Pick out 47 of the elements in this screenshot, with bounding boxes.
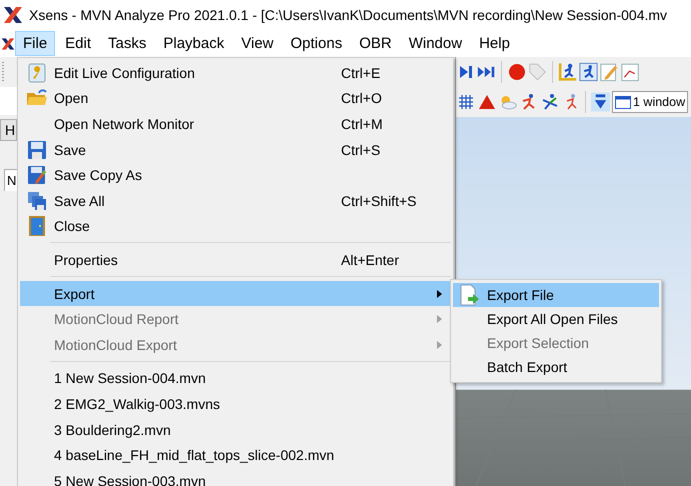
menu-entry[interactable]: Save Ctrl+S bbox=[20, 136, 451, 162]
runner-icon[interactable] bbox=[579, 61, 598, 83]
menu-item[interactable]: Help bbox=[471, 31, 518, 56]
menu-item[interactable]: Playback bbox=[155, 31, 232, 56]
menu-item[interactable]: View bbox=[233, 31, 282, 56]
input-field[interactable] bbox=[0, 87, 17, 115]
runner-ruler-icon[interactable] bbox=[558, 61, 577, 83]
app-logo-icon bbox=[1, 36, 15, 50]
chart-icon[interactable] bbox=[621, 61, 640, 83]
menu-entry[interactable]: Save All Ctrl+Shift+S bbox=[20, 188, 451, 214]
window-icon bbox=[615, 96, 631, 108]
menu-item[interactable]: Tasks bbox=[100, 31, 154, 56]
window-title: Xsens - MVN Analyze Pro 2021.0.1 - [C:\Users\IvanK\Documents\MVN recording\New Session-004.mv bbox=[29, 7, 668, 23]
menu-entry[interactable]: Export bbox=[20, 280, 451, 306]
menu-item[interactable]: File bbox=[15, 31, 56, 56]
submenu-arrow-icon bbox=[437, 340, 442, 349]
menu-entry[interactable]: 3 Bouldering2.mvn bbox=[20, 416, 451, 442]
door-icon bbox=[28, 215, 46, 238]
menu-item[interactable]: Edit bbox=[57, 31, 100, 56]
submenu-arrow-icon bbox=[437, 290, 442, 298]
floppy-pencil-icon bbox=[27, 165, 47, 186]
menu-entry[interactable]: Close bbox=[20, 214, 451, 240]
panel-label: N bbox=[4, 169, 18, 191]
menu-entry[interactable]: Export All Open Files bbox=[453, 307, 659, 331]
menu-entry[interactable]: Properties Alt+Enter bbox=[20, 247, 451, 273]
file-arrow-icon bbox=[459, 284, 481, 306]
menu-item[interactable]: OBR bbox=[351, 31, 400, 56]
window-select-label: 1 window bbox=[633, 95, 686, 109]
menu-item[interactable]: Window bbox=[400, 31, 470, 56]
panel-tab[interactable]: H bbox=[0, 119, 17, 141]
menu-entry[interactable]: Open Ctrl+O bbox=[20, 86, 451, 112]
submenu-arrow-icon bbox=[437, 315, 442, 324]
app-logo-icon bbox=[3, 6, 23, 24]
menu-entry[interactable]: 5 New Session-003.mvn bbox=[20, 468, 451, 486]
menu-entry[interactable]: Export File bbox=[453, 283, 659, 307]
menu-entry[interactable]: 4 baseLine_FH_mid_flat_tops_slice-002.mvn bbox=[20, 442, 451, 468]
record-icon[interactable] bbox=[507, 61, 526, 83]
menu-entry[interactable]: Batch Export bbox=[453, 355, 659, 379]
menu-entry[interactable]: Save Copy As bbox=[20, 162, 451, 188]
menu-entry[interactable]: Edit Live Configuration Ctrl+E bbox=[20, 60, 451, 86]
menu-entry[interactable]: Open Network Monitor Ctrl+M bbox=[20, 111, 451, 137]
menu-entry[interactable]: 1 New Session-004.mvn bbox=[20, 366, 451, 392]
folder-icon bbox=[26, 89, 48, 108]
menu-item[interactable]: Options bbox=[282, 31, 350, 56]
floppy-disks-icon bbox=[27, 190, 47, 211]
window-select[interactable]: 1 window bbox=[612, 91, 688, 113]
menu-entry[interactable]: 2 EMG2_Walkig-003.mvns bbox=[20, 391, 451, 417]
